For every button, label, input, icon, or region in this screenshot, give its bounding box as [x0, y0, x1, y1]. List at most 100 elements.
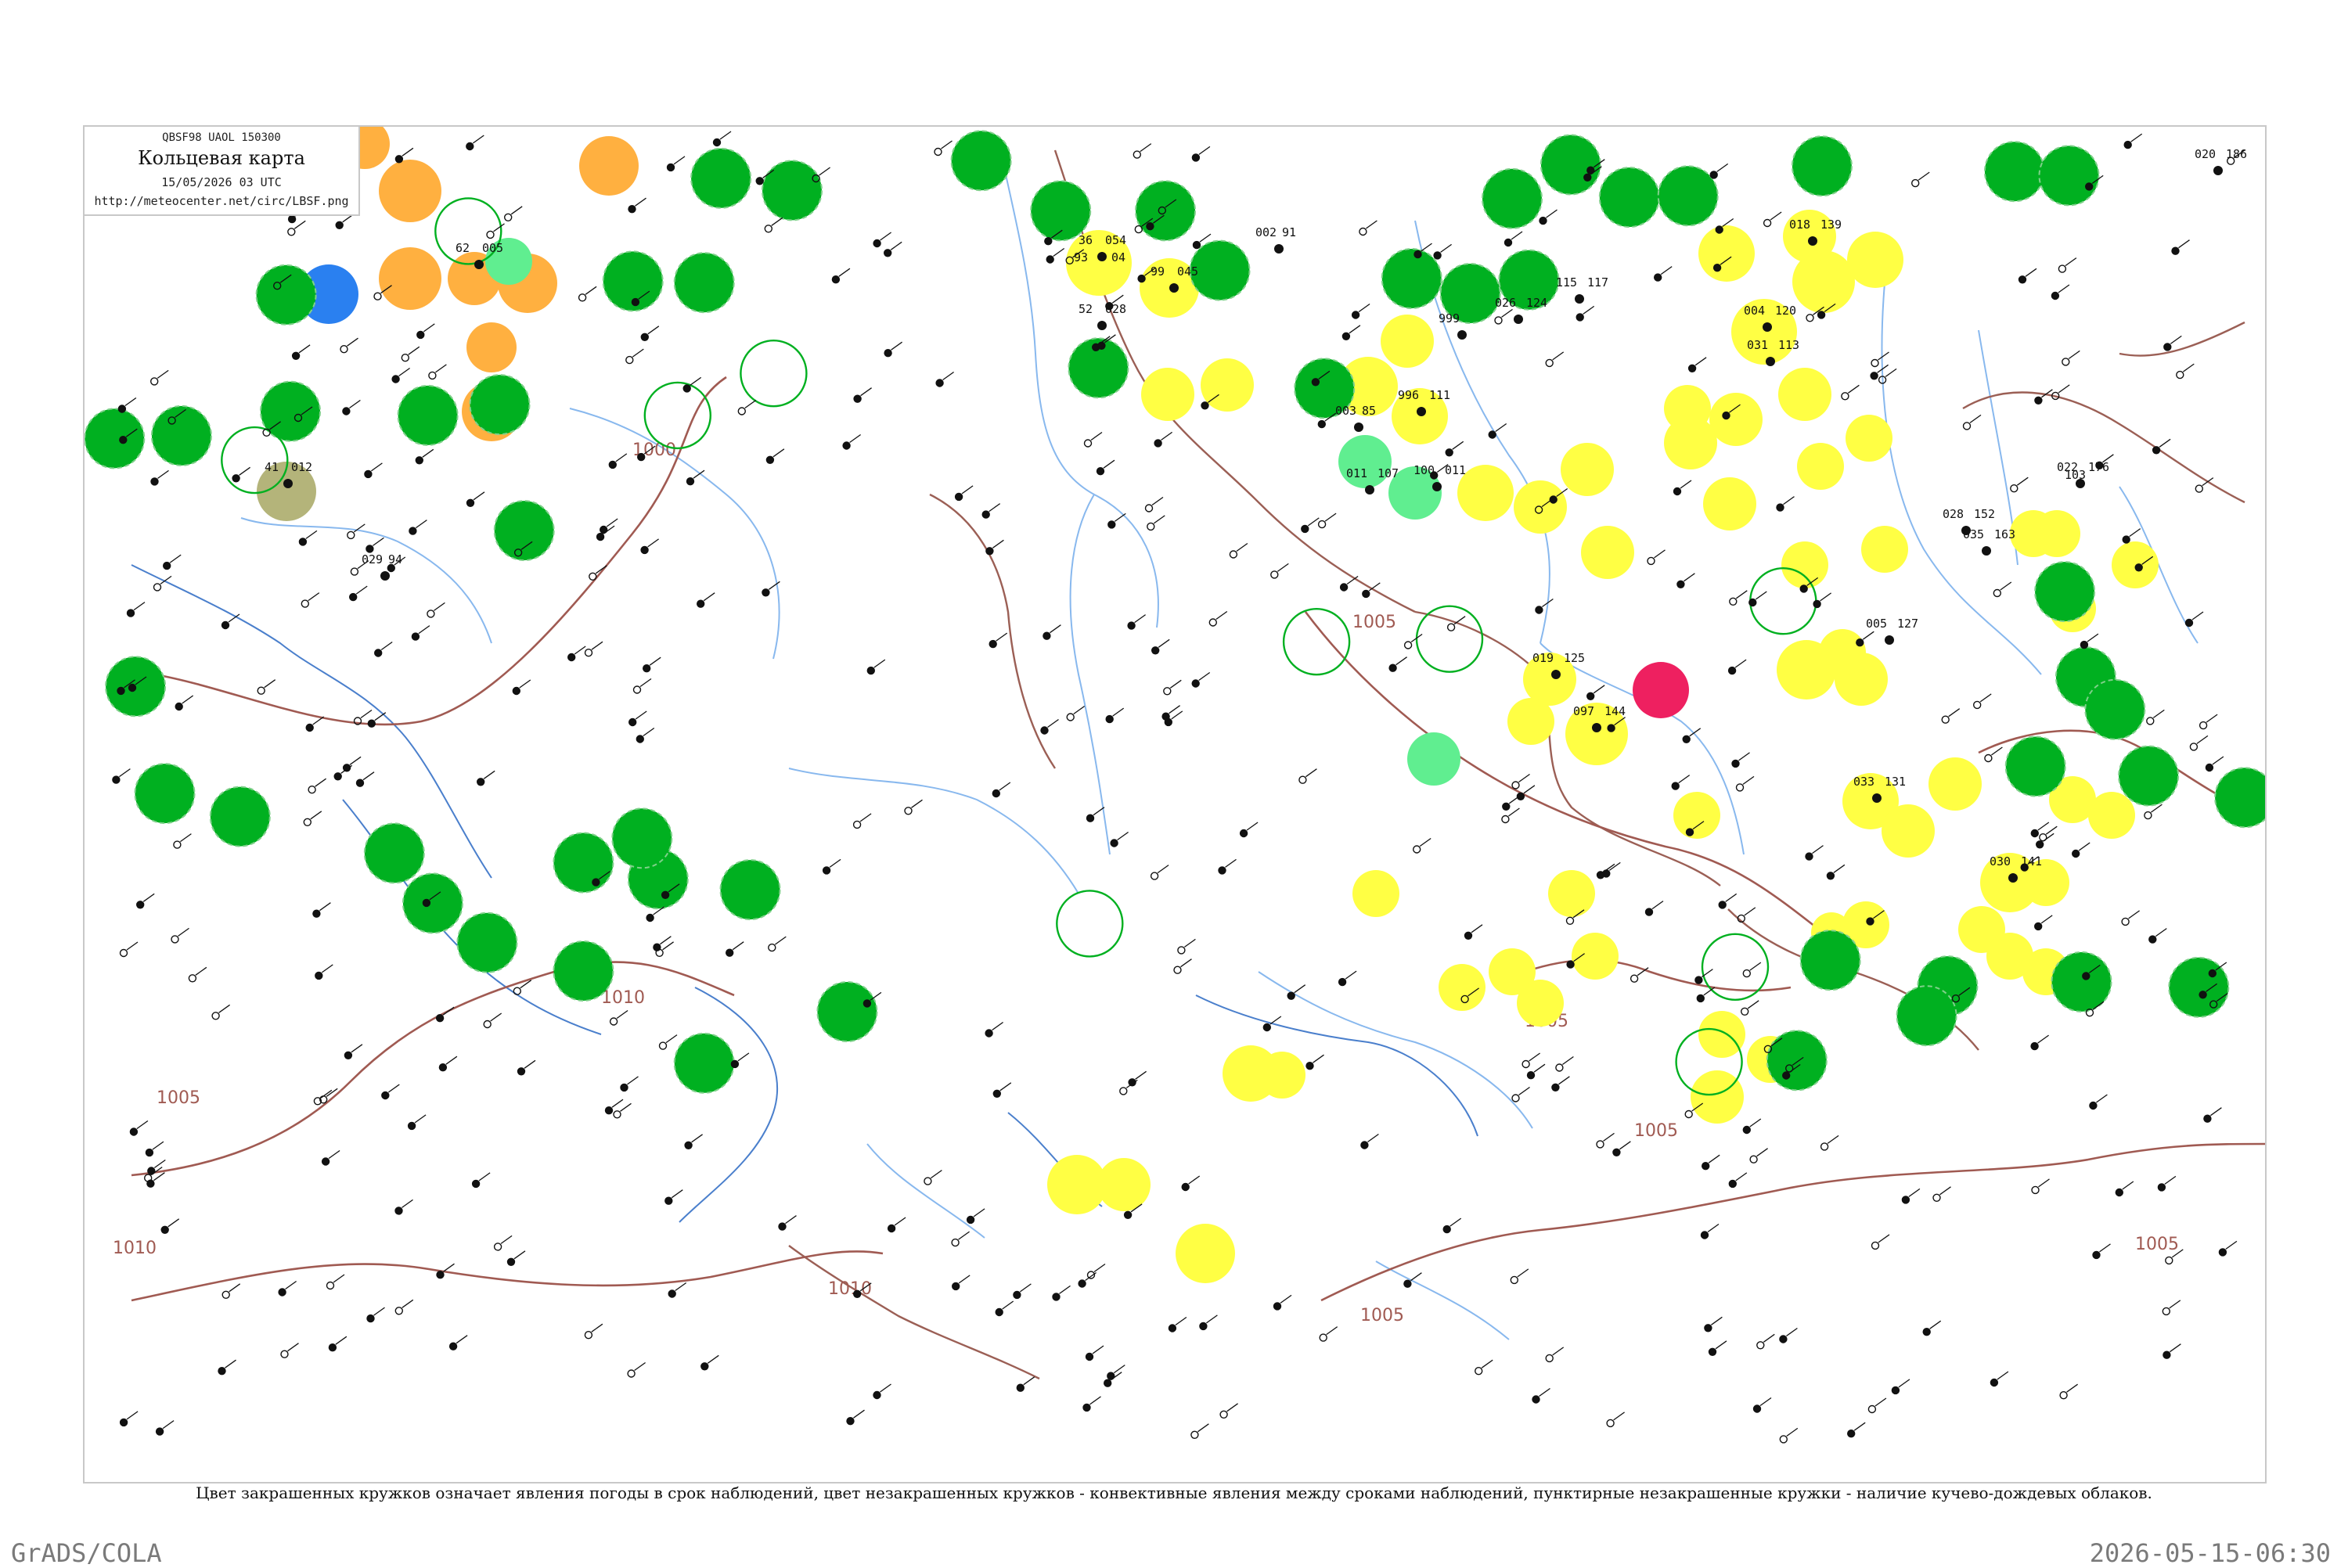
- station-circle-rain[interactable]: [2214, 767, 2265, 829]
- station-dot[interactable]: [1199, 1322, 1208, 1331]
- station-dot[interactable]: [866, 666, 875, 675]
- station-dot[interactable]: [883, 249, 892, 257]
- station-dot[interactable]: [985, 547, 994, 556]
- station-dot[interactable]: [1856, 638, 1864, 647]
- station-circle-rain[interactable]: [255, 264, 317, 325]
- station-dot[interactable]: [842, 441, 851, 450]
- map-url[interactable]: http://meteocenter.net/circ/LBSF.png: [85, 194, 358, 208]
- station-dot[interactable]: [2115, 1188, 2124, 1197]
- station-dot[interactable]: [2051, 291, 2060, 300]
- station-dot[interactable]: [218, 1366, 226, 1376]
- convective-circle[interactable]: [1415, 605, 1484, 673]
- station-dot[interactable]: [2030, 829, 2040, 838]
- station-dot[interactable]: [640, 545, 649, 555]
- station-dot[interactable]: [873, 1390, 881, 1400]
- station-dot[interactable]: [1488, 430, 1496, 439]
- station-dot[interactable]: [1311, 378, 1320, 387]
- station-model[interactable]: 103: [2065, 468, 2086, 482]
- station-dot[interactable]: [2165, 1256, 2173, 1265]
- station-dot[interactable]: [1134, 225, 1143, 234]
- station-dot[interactable]: [935, 379, 944, 387]
- station-dot[interactable]: [712, 138, 722, 147]
- station-dot[interactable]: [1752, 1404, 1762, 1413]
- station-dot[interactable]: [666, 163, 675, 172]
- station-dot[interactable]: [904, 807, 913, 815]
- station-dot[interactable]: [221, 620, 230, 630]
- station-dot[interactable]: [682, 384, 691, 393]
- station-dot[interactable]: [2184, 618, 2194, 628]
- station-circle-rain[interactable]: [1766, 1030, 1828, 1091]
- station-circle-drizzle[interactable]: [1703, 477, 1756, 530]
- station-dot[interactable]: [637, 452, 646, 462]
- station-dot[interactable]: [1151, 646, 1160, 655]
- station-dot[interactable]: [1173, 966, 1182, 974]
- station-dot[interactable]: [1150, 872, 1159, 880]
- station-dot[interactable]: [628, 204, 636, 214]
- station-dot[interactable]: [344, 1051, 353, 1060]
- station-dot[interactable]: [1532, 1395, 1540, 1404]
- station-dot[interactable]: [608, 460, 617, 469]
- station-dot[interactable]: [1684, 1109, 1693, 1119]
- station-dot[interactable]: [1539, 216, 1547, 225]
- station-dot[interactable]: [1731, 759, 1740, 768]
- station-dot[interactable]: [658, 1041, 668, 1050]
- station-dot[interactable]: [1606, 1419, 1615, 1428]
- station-dot[interactable]: [981, 510, 990, 519]
- station-dot[interactable]: [1168, 1324, 1177, 1332]
- station-circle-rain[interactable]: [1598, 167, 1660, 228]
- station-dot[interactable]: [1239, 829, 1248, 838]
- station-dot[interactable]: [221, 1290, 230, 1300]
- station-dot[interactable]: [567, 653, 576, 662]
- station-dot[interactable]: [350, 567, 359, 576]
- station-dot[interactable]: [1922, 1327, 1931, 1336]
- station-circle-drizzle[interactable]: [2010, 510, 2057, 557]
- station-dot[interactable]: [1586, 692, 1595, 700]
- station-dot[interactable]: [1522, 1059, 1530, 1069]
- station-circle-drizzle[interactable]: [1698, 225, 1755, 282]
- station-circle-drizzle[interactable]: [1259, 1052, 1305, 1099]
- station-dot[interactable]: [422, 898, 431, 908]
- station-dot[interactable]: [1146, 221, 1154, 231]
- station-circle-rain[interactable]: [2084, 678, 2146, 740]
- station-dot[interactable]: [1044, 236, 1053, 246]
- station-dot[interactable]: [1749, 1155, 1758, 1163]
- station-circle-drizzle[interactable]: [1572, 933, 1619, 980]
- station-dot[interactable]: [1779, 1435, 1788, 1444]
- station-dot[interactable]: [985, 1029, 993, 1038]
- station-dot[interactable]: [416, 330, 425, 340]
- station-circle-rain[interactable]: [719, 859, 781, 921]
- station-dot[interactable]: [631, 297, 640, 307]
- station-dot[interactable]: [1607, 724, 1615, 732]
- station-circle-rain[interactable]: [2004, 735, 2066, 797]
- station-dot[interactable]: [2148, 935, 2157, 944]
- station-dot[interactable]: [853, 394, 862, 403]
- station-dot[interactable]: [1128, 1078, 1136, 1087]
- station-dot[interactable]: [2018, 275, 2027, 284]
- station-dot[interactable]: [1962, 422, 1972, 430]
- station-dot[interactable]: [1551, 1083, 1560, 1092]
- station-dot[interactable]: [391, 375, 400, 383]
- station-dot[interactable]: [257, 686, 265, 695]
- station-dot[interactable]: [613, 1110, 621, 1119]
- station-dot[interactable]: [1164, 717, 1173, 727]
- station-dot[interactable]: [1319, 1333, 1327, 1342]
- station-dot[interactable]: [415, 456, 423, 465]
- station-circle-drizzle[interactable]: [2088, 792, 2135, 839]
- station-circle-drizzle[interactable]: [1517, 980, 1564, 1027]
- station-dot[interactable]: [584, 1330, 593, 1340]
- station-dot[interactable]: [862, 999, 872, 1008]
- station-dot[interactable]: [1119, 1087, 1128, 1095]
- station-dot[interactable]: [1181, 1182, 1190, 1192]
- station-dot[interactable]: [2092, 1250, 2101, 1260]
- station-dot[interactable]: [315, 971, 323, 980]
- station-dot[interactable]: [1511, 781, 1520, 789]
- station-dot[interactable]: [1429, 471, 1439, 480]
- station-dot[interactable]: [1826, 872, 1835, 880]
- station-dot[interactable]: [171, 935, 179, 944]
- station-dot[interactable]: [1742, 1125, 1752, 1135]
- station-dot[interactable]: [347, 530, 355, 540]
- station-dot[interactable]: [951, 1238, 960, 1247]
- station-dot[interactable]: [951, 1282, 960, 1291]
- station-dot[interactable]: [1700, 1231, 1709, 1239]
- station-model[interactable]: 005 127: [1866, 617, 1918, 645]
